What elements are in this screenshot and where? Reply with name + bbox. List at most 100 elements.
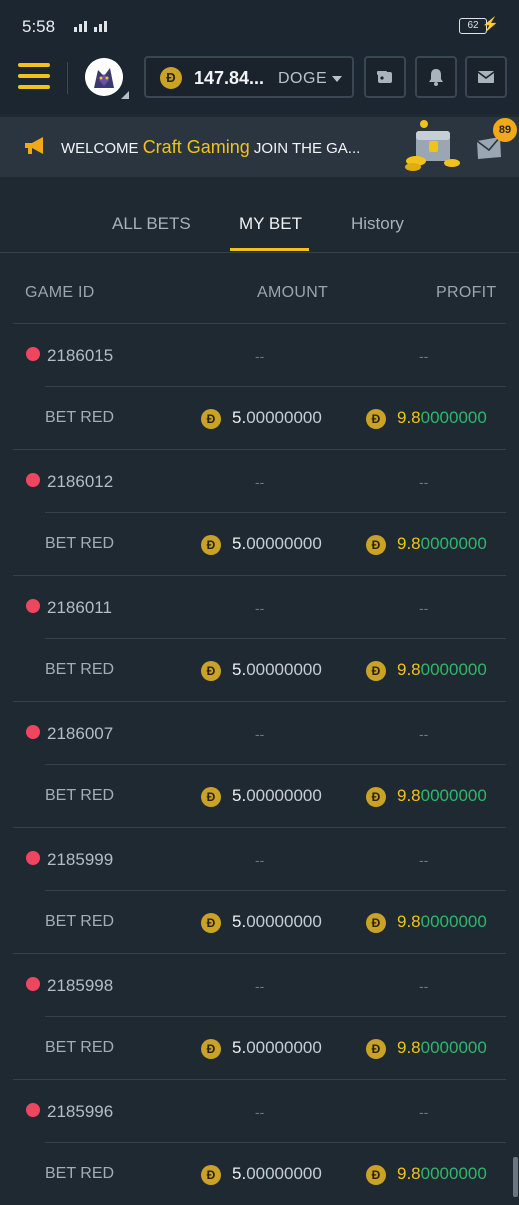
nav-divider — [67, 62, 68, 94]
doge-coin-icon: Ð — [366, 787, 386, 807]
treasure-chest-icon[interactable] — [402, 117, 466, 177]
megaphone-icon — [25, 137, 43, 154]
doge-coin-icon: Ð — [201, 661, 221, 681]
profit-placeholder: -- — [419, 852, 429, 868]
doge-coin-icon: Ð — [201, 535, 221, 555]
scrollbar[interactable] — [513, 1157, 518, 1197]
menu-icon[interactable] — [18, 63, 50, 93]
amount-placeholder: -- — [255, 600, 265, 616]
profit-placeholder: -- — [419, 978, 429, 994]
bet-profit: 9.80000000 — [397, 1164, 487, 1183]
avatar-image — [85, 58, 123, 96]
bet-row[interactable]: 2186007 -- -- BET RED Ð 5.00000000 Ð 9.8… — [0, 701, 519, 827]
messages-button[interactable] — [465, 56, 507, 98]
doge-coin-icon: Ð — [366, 535, 386, 555]
bet-amount: 5.00000000 — [232, 1164, 322, 1183]
game-id[interactable]: 2186012 — [47, 472, 113, 492]
balance-amount: 147.84... — [194, 68, 265, 88]
tab-history[interactable]: History — [351, 214, 404, 234]
bet-row[interactable]: 2186011 -- -- BET RED Ð 5.00000000 Ð 9.8… — [0, 575, 519, 701]
amount-placeholder: -- — [255, 1104, 265, 1120]
row-divider — [13, 701, 506, 702]
row-inner-divider — [45, 890, 506, 891]
profit-placeholder: -- — [419, 474, 429, 490]
bet-amount: 5.00000000 — [232, 660, 322, 679]
bet-amount: 5.00000000 — [232, 534, 322, 553]
game-id[interactable]: 2185999 — [47, 850, 113, 870]
doge-coin-icon: Ð — [201, 1039, 221, 1059]
banner-message: WELCOME Craft Gaming JOIN THE GA... — [61, 137, 360, 158]
bet-row[interactable]: 2185999 -- -- BET RED Ð 5.00000000 Ð 9.8… — [0, 827, 519, 953]
doge-coin-icon: Ð — [201, 787, 221, 807]
red-dot-icon — [26, 347, 40, 361]
avatar-caret-icon — [121, 91, 129, 99]
top-nav: Ð 147.84... DOGE — [0, 52, 519, 114]
profit-placeholder: -- — [419, 1104, 429, 1120]
red-dot-icon — [26, 977, 40, 991]
bet-profit: 9.80000000 — [397, 534, 487, 553]
game-id[interactable]: 2186011 — [47, 598, 112, 618]
doge-coin-icon: Ð — [366, 1039, 386, 1059]
banner-prefix: WELCOME — [61, 140, 139, 157]
game-id[interactable]: 2185998 — [47, 976, 113, 996]
row-inner-divider — [45, 512, 506, 513]
bet-row[interactable]: 2186012 -- -- BET RED Ð 5.00000000 Ð 9.8… — [0, 449, 519, 575]
profit-placeholder: -- — [419, 600, 429, 616]
row-inner-divider — [45, 638, 506, 639]
tab-my-bet[interactable]: MY BET — [239, 214, 302, 234]
wallet-button[interactable] — [364, 56, 406, 98]
doge-coin-icon: Ð — [201, 409, 221, 429]
doge-coin-icon: Ð — [201, 1165, 221, 1185]
bet-profit: 9.80000000 — [397, 660, 487, 679]
row-inner-divider — [45, 1016, 506, 1017]
tab-all-bets[interactable]: ALL BETS — [112, 214, 191, 234]
status-bar: 5:58 62 ⚡ — [0, 0, 519, 52]
doge-coin-icon: Ð — [366, 1165, 386, 1185]
welcome-banner[interactable]: WELCOME Craft Gaming JOIN THE GA... — [0, 117, 519, 177]
banner-suffix: JOIN THE GA... — [253, 140, 361, 157]
bet-row[interactable]: 2185996 -- -- BET RED Ð 5.00000000 Ð 9.8… — [0, 1079, 519, 1205]
bet-type: BET RED — [45, 1039, 115, 1056]
bet-amount: 5.00000000 — [232, 786, 322, 805]
charging-icon: ⚡ — [481, 16, 499, 32]
bet-profit: 9.80000000 — [397, 912, 487, 931]
bet-type: BET RED — [45, 1165, 115, 1182]
bet-profit: 9.80000000 — [397, 1038, 487, 1057]
amount-placeholder: -- — [255, 852, 265, 868]
bet-amount: 5.00000000 — [232, 408, 322, 427]
row-divider — [13, 827, 506, 828]
game-id[interactable]: 2186015 — [47, 346, 113, 366]
game-id[interactable]: 2186007 — [47, 724, 113, 744]
profit-placeholder: -- — [419, 726, 429, 742]
bet-row[interactable]: 2186015 -- -- BET RED Ð 5.00000000 Ð 9.8… — [0, 323, 519, 449]
bet-profit: 9.80000000 — [397, 786, 487, 805]
row-inner-divider — [45, 386, 506, 387]
game-id[interactable]: 2185996 — [47, 1102, 113, 1122]
bet-type: BET RED — [45, 787, 115, 804]
chevron-down-icon — [332, 76, 342, 82]
red-dot-icon — [26, 599, 40, 613]
notifications-button[interactable] — [415, 56, 457, 98]
balance-currency: DOGE — [278, 70, 328, 87]
signal-icon — [74, 21, 107, 32]
bet-list: 2186015 -- -- BET RED Ð 5.00000000 Ð 9.8… — [0, 323, 519, 1205]
row-divider — [13, 449, 506, 450]
row-divider — [13, 953, 506, 954]
bell-icon — [429, 69, 443, 86]
amount-placeholder: -- — [255, 474, 265, 490]
balance-selector[interactable]: Ð 147.84... DOGE — [144, 56, 354, 98]
row-divider — [13, 323, 506, 324]
wallet-icon — [377, 71, 392, 83]
amount-placeholder: -- — [255, 978, 265, 994]
banner-username: Craft Gaming — [142, 137, 250, 157]
doge-coin-icon: Ð — [366, 913, 386, 933]
avatar[interactable] — [85, 58, 123, 96]
row-divider — [13, 1079, 506, 1080]
table-header: GAME ID AMOUNT PROFIT — [0, 253, 519, 323]
column-header-game-id: GAME ID — [25, 284, 95, 301]
notification-badge: 89 — [493, 118, 517, 142]
row-inner-divider — [45, 1142, 506, 1143]
bet-type: BET RED — [45, 535, 115, 552]
bet-type: BET RED — [45, 409, 115, 426]
bet-row[interactable]: 2185998 -- -- BET RED Ð 5.00000000 Ð 9.8… — [0, 953, 519, 1079]
